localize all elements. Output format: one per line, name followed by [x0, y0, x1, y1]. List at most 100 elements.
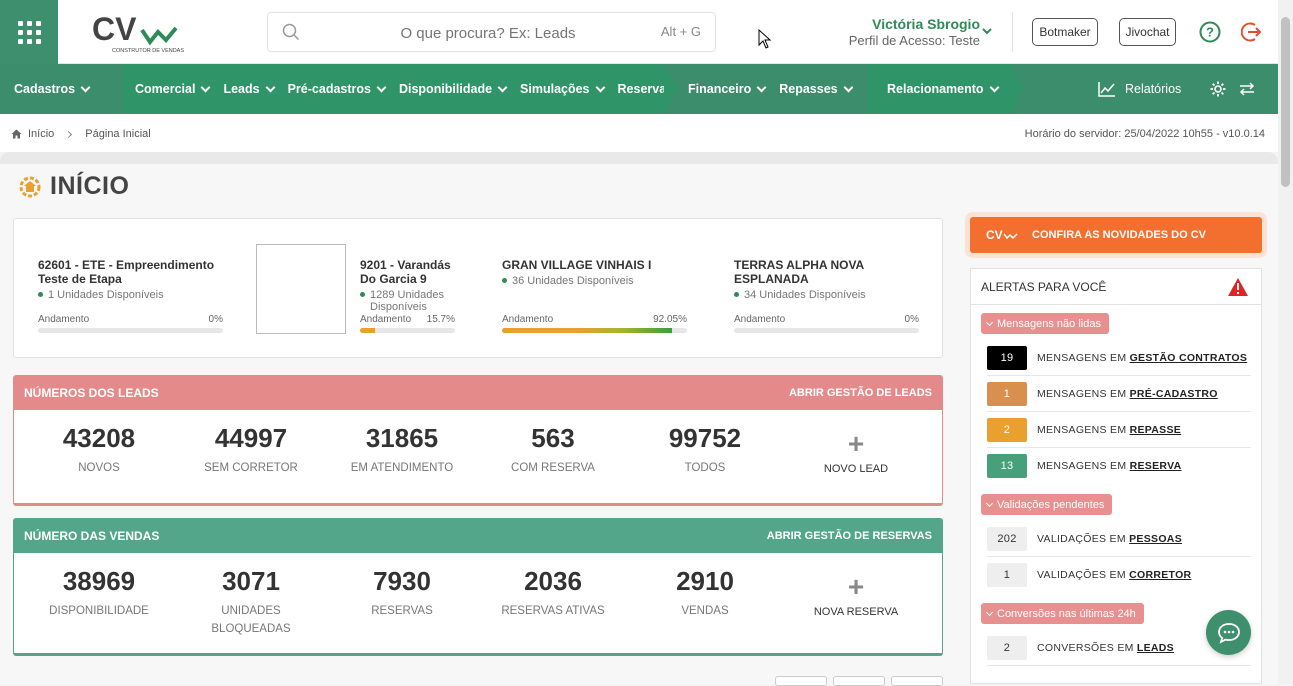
project-units: 1 Unidades Disponíveis [38, 289, 223, 301]
cv-logo-icon: CV [986, 228, 1018, 242]
new-lead-button[interactable]: + NOVO LEAD [796, 430, 916, 476]
search-input[interactable] [308, 21, 608, 45]
project-image[interactable] [256, 244, 346, 334]
user-info[interactable]: Victória Sbrogio Perfil de Acesso: Teste [820, 16, 980, 48]
group-validacoes-toggle[interactable]: Validações pendentes [981, 494, 1113, 515]
user-role: Perfil de Acesso: Teste [848, 33, 980, 48]
nav-arrow [853, 64, 867, 114]
help-icon[interactable]: ? [1199, 21, 1221, 43]
project-name: 9201 - Varandás Do Garcia 9 [360, 258, 451, 286]
progress-value: 0% [208, 314, 223, 325]
gear-icon[interactable] [1209, 80, 1227, 98]
nav-item-relatorios[interactable]: Relatórios [1098, 81, 1181, 97]
warning-icon [1228, 277, 1248, 296]
nav-item-relacionamento[interactable]: Relacionamento [887, 82, 1000, 96]
nav-segment-comercial: Comercial Leads Pré-cadastros Disponibil… [124, 64, 689, 114]
page-scrollbar[interactable] [1278, 0, 1293, 684]
main-nav: Cadastros Comercial Leads Pré-cadastros … [0, 64, 1278, 114]
chevron-down-icon [497, 82, 508, 92]
stat-reservas[interactable]: 7930 RESERVAS [342, 566, 462, 620]
breadcrumb-home[interactable]: Início [28, 128, 54, 140]
chevron-down-icon [80, 82, 91, 92]
new-lead-label: NOVO LEAD [823, 463, 889, 475]
open-leads-link[interactable]: ABRIR GESTÃO DE LEADS [789, 387, 932, 399]
alert-link[interactable]: CORRETOR [1129, 569, 1191, 581]
search-shortcut: Alt + G [660, 24, 701, 39]
alert-link[interactable]: LEADS [1137, 642, 1174, 654]
alert-row[interactable]: 1 MENSAGENS EM PRÉ-CADASTRO [987, 376, 1251, 412]
stat-value: 44997 [214, 423, 288, 453]
stat-com-reserva[interactable]: 563 COM RESERVA [493, 423, 613, 477]
alert-link[interactable]: PRÉ-CADASTRO [1130, 388, 1218, 400]
search-bar[interactable]: Alt + G [267, 12, 716, 52]
group-mensagens-toggle[interactable]: Mensagens não lidas [981, 313, 1109, 334]
stat-unidades-bloqueadas[interactable]: 3071 UNIDADES BLOQUEADAS [191, 566, 311, 638]
alerts-title: ALERTAS PARA VOCÊ [981, 279, 1107, 294]
project-card[interactable]: 9201 - Varandás Do Garcia 9 1289 Unidade… [360, 258, 455, 313]
alert-row[interactable]: 2 MENSAGENS EM REPASSE [987, 412, 1251, 448]
filter-button[interactable] [891, 676, 943, 686]
chat-button[interactable] [1206, 610, 1251, 655]
alert-link[interactable]: RESERVA [1130, 460, 1182, 472]
nav-item-pre-cadastros[interactable]: Pré-cadastros [288, 82, 387, 96]
home-icon [11, 129, 22, 139]
stat-todos[interactable]: 99752 TODOS [645, 423, 765, 477]
stat-em-atendimento[interactable]: 31865 EM ATENDIMENTO [342, 423, 462, 477]
group-label: Validações pendentes [997, 498, 1105, 511]
swap-icon[interactable] [1239, 81, 1255, 97]
status-dot [360, 292, 365, 297]
stat-sem-corretor[interactable]: 44997 SEM CORRETOR [191, 423, 311, 477]
filter-button[interactable] [775, 676, 827, 686]
nav-item-disponibilidade[interactable]: Disponibilidade [399, 82, 508, 96]
project-card[interactable]: GRAN VILLAGE VINHAIS I 36 Unidades Dispo… [502, 258, 687, 287]
cv-logo[interactable]: CV CONSTRUTOR DE VENDAS [90, 11, 185, 54]
jivochat-button[interactable]: Jivochat [1119, 18, 1176, 46]
stat-value: 43208 [62, 423, 136, 453]
alert-link[interactable]: PESSOAS [1129, 533, 1182, 545]
nav-item-comercial[interactable]: Comercial [135, 82, 211, 96]
svg-text:CV: CV [92, 12, 137, 47]
stat-reservas-ativas[interactable]: 2036 RESERVAS ATIVAS [493, 566, 613, 620]
group-conversoes-toggle[interactable]: Conversões nas últimas 24h [981, 603, 1144, 624]
open-reservas-link[interactable]: ABRIR GESTÃO DE RESERVAS [767, 530, 932, 542]
botmaker-button[interactable]: Botmaker [1032, 18, 1098, 46]
stat-label: DISPONIBILIDADE [49, 605, 149, 617]
alert-link[interactable]: REPASSE [1130, 424, 1182, 436]
novidades-button[interactable]: CV CONFIRA AS NOVIDADES DO CV [970, 217, 1262, 253]
project-name: TERRAS ALPHA NOVA ESPLANADA [734, 258, 864, 286]
project-card[interactable]: TERRAS ALPHA NOVA ESPLANADA 34 Unidades … [734, 258, 919, 301]
alert-row[interactable]: 202 VALIDAÇÕES EM PESSOAS [987, 521, 1251, 557]
new-reserva-button[interactable]: + NOVA RESERVA [796, 573, 916, 619]
scrollbar-thumb[interactable] [1281, 17, 1290, 187]
chevron-down-icon[interactable] [982, 26, 992, 36]
progress-value: 0% [904, 314, 919, 325]
stat-disponibilidade[interactable]: 38969 DISPONIBILIDADE [39, 566, 159, 620]
alert-prefix: MENSAGENS EM [1037, 387, 1127, 400]
stat-label: COM RESERVA [511, 462, 595, 474]
stat-label: EM ATENDIMENTO [350, 462, 454, 474]
nav-arrow [110, 64, 124, 114]
alert-row[interactable]: 19 MENSAGENS EM GESTÃO CONTRATOS [987, 340, 1251, 376]
nav-item-label: Repasses [779, 82, 838, 96]
alert-count: 13 [987, 454, 1027, 478]
logout-icon[interactable] [1241, 21, 1263, 43]
alerts-header: ALERTAS PARA VOCÊ [971, 269, 1261, 305]
alert-row[interactable]: 1 VALIDAÇÕES EM CORRETOR [987, 557, 1251, 593]
alert-link[interactable]: GESTÃO CONTRATOS [1130, 352, 1248, 364]
nav-item-repasses[interactable]: Repasses [779, 82, 854, 96]
nav-item-simulacoes[interactable]: Simulações [520, 82, 605, 96]
stat-vendas[interactable]: 2910 VENDAS [645, 566, 765, 620]
project-card[interactable]: 62601 - ETE - Empreendimento Teste de Et… [38, 258, 223, 301]
alert-prefix: VALIDAÇÕES EM [1037, 569, 1126, 581]
chevron-down-icon [201, 82, 211, 92]
alert-prefix: CONVERSÕES EM [1037, 641, 1134, 654]
stat-value: 2036 [524, 566, 582, 596]
alert-row[interactable]: 13 MENSAGENS EM RESERVA [987, 448, 1251, 484]
filter-button[interactable] [833, 676, 885, 686]
nav-item-cadastros[interactable]: Cadastros [14, 82, 91, 96]
progress-label-text: Andamento [502, 314, 554, 325]
nav-item-financeiro[interactable]: Financeiro [688, 82, 767, 96]
apps-menu-button[interactable] [0, 0, 58, 64]
nav-item-leads[interactable]: Leads [223, 82, 276, 96]
stat-novos[interactable]: 43208 NOVOS [39, 423, 159, 477]
